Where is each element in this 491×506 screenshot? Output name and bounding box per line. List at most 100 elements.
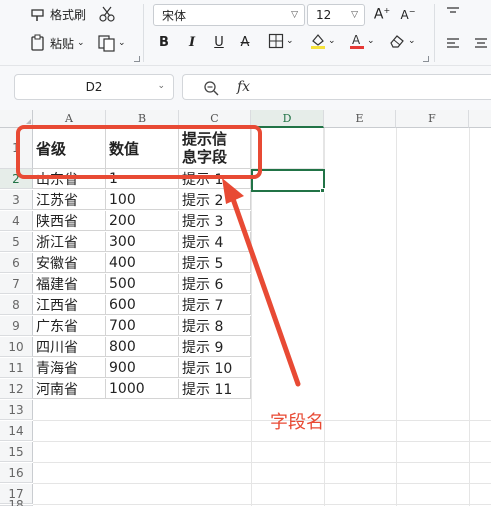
font-dialog-launcher[interactable] bbox=[423, 56, 429, 62]
zoom-icon[interactable] bbox=[203, 80, 219, 96]
row-header-11[interactable]: 11 bbox=[0, 358, 33, 378]
font-name-select[interactable]: 宋体 ▽ bbox=[153, 4, 305, 26]
chevron-down-icon: ⌄ bbox=[157, 81, 165, 91]
row-header-3[interactable]: 3 bbox=[0, 190, 33, 210]
gridline bbox=[33, 462, 491, 463]
name-box[interactable]: D2 ⌄ bbox=[14, 74, 174, 100]
column-header-f[interactable]: F bbox=[396, 110, 469, 128]
cell-c3[interactable]: 提示 2 bbox=[179, 190, 251, 210]
copy-button[interactable]: ⌄ bbox=[98, 34, 126, 52]
cell-b4[interactable]: 200 bbox=[106, 211, 179, 231]
align-top-button[interactable] bbox=[446, 6, 460, 18]
row-header-8[interactable]: 8 bbox=[0, 295, 33, 315]
paste-button[interactable]: 粘贴 ⌄ bbox=[30, 34, 85, 52]
cell-a8[interactable]: 江西省 bbox=[33, 295, 106, 315]
column-header-g[interactable] bbox=[469, 110, 491, 128]
row-header-6[interactable]: 6 bbox=[0, 253, 33, 273]
cell-a5[interactable]: 浙江省 bbox=[33, 232, 106, 252]
cell-b6[interactable]: 400 bbox=[106, 253, 179, 273]
svg-text:A: A bbox=[352, 33, 361, 47]
cell-c8[interactable]: 提示 7 bbox=[179, 295, 251, 315]
cell-b5[interactable]: 300 bbox=[106, 232, 179, 252]
cell-b9[interactable]: 700 bbox=[106, 316, 179, 336]
cell-b12[interactable]: 1000 bbox=[106, 379, 179, 399]
row-header-12[interactable]: 12 bbox=[0, 379, 33, 399]
row-header-15[interactable]: 15 bbox=[0, 442, 33, 462]
column-header-d[interactable]: D bbox=[251, 110, 324, 128]
cell-c7[interactable]: 提示 6 bbox=[179, 274, 251, 294]
cell-a11[interactable]: 青海省 bbox=[33, 358, 106, 378]
row-header-16[interactable]: 16 bbox=[0, 463, 33, 483]
font-size-value: 12 bbox=[316, 8, 332, 22]
cell-c4[interactable]: 提示 3 bbox=[179, 211, 251, 231]
paste-dropdown-icon[interactable]: ⌄ bbox=[77, 38, 85, 48]
row-header-5[interactable]: 5 bbox=[0, 232, 33, 252]
name-box-value: D2 bbox=[85, 80, 103, 94]
bold-button[interactable]: B bbox=[156, 33, 172, 51]
strikethrough-icon: A bbox=[240, 34, 250, 50]
row-header-13[interactable]: 13 bbox=[0, 400, 33, 420]
ribbon-toolbar: 格式刷 粘贴 ⌄ ⌄ 宋体 ▽ 12 ▽ A+ A− B I U A ⌄ ⌄ A… bbox=[0, 0, 491, 66]
clipboard-dialog-launcher[interactable] bbox=[134, 56, 140, 62]
align-left-button[interactable] bbox=[446, 38, 460, 50]
cell-c9[interactable]: 提示 8 bbox=[179, 316, 251, 336]
annotation-label: 字段名 bbox=[270, 412, 324, 433]
row-header-9[interactable]: 9 bbox=[0, 316, 33, 336]
cell-c11[interactable]: 提示 10 bbox=[179, 358, 251, 378]
cell-a7[interactable]: 福建省 bbox=[33, 274, 106, 294]
decrease-font-button[interactable]: A− bbox=[399, 5, 417, 23]
fill-handle[interactable] bbox=[320, 188, 325, 193]
chevron-down-icon: ⌄ bbox=[328, 36, 336, 46]
paste-icon bbox=[31, 34, 44, 51]
cell-b11[interactable]: 900 bbox=[106, 358, 179, 378]
cell-a10[interactable]: 四川省 bbox=[33, 337, 106, 357]
cell-c12[interactable]: 提示 11 bbox=[179, 379, 251, 399]
copy-dropdown-icon[interactable]: ⌄ bbox=[118, 38, 126, 48]
format-painter-button[interactable]: 格式刷 bbox=[30, 6, 86, 23]
cell-a4[interactable]: 陕西省 bbox=[33, 211, 106, 231]
format-painter-label: 格式刷 bbox=[50, 8, 87, 22]
cell-c10[interactable]: 提示 9 bbox=[179, 337, 251, 357]
cell-b7[interactable]: 500 bbox=[106, 274, 179, 294]
border-icon bbox=[268, 33, 284, 49]
row-header-7[interactable]: 7 bbox=[0, 274, 33, 294]
font-size-select[interactable]: 12 ▽ bbox=[307, 4, 365, 26]
align-center-button[interactable] bbox=[474, 38, 488, 50]
gridline bbox=[33, 504, 491, 505]
font-color-button[interactable]: A ⌄ bbox=[349, 32, 375, 50]
italic-button[interactable]: I bbox=[184, 33, 200, 51]
eraser-icon bbox=[390, 35, 404, 48]
fill-color-button[interactable]: ⌄ bbox=[310, 32, 336, 50]
cut-button[interactable] bbox=[98, 5, 116, 23]
formula-input[interactable]: fx bbox=[182, 74, 491, 100]
font-color-icon: A bbox=[350, 33, 364, 49]
underline-button[interactable]: U bbox=[211, 33, 227, 51]
align-icon bbox=[475, 38, 487, 48]
gridline bbox=[33, 483, 491, 484]
clear-format-button[interactable]: ⌄ bbox=[388, 33, 416, 49]
cell-a3[interactable]: 江苏省 bbox=[33, 190, 106, 210]
fill-color-icon bbox=[311, 34, 325, 49]
cell-a12[interactable]: 河南省 bbox=[33, 379, 106, 399]
row-header-4[interactable]: 4 bbox=[0, 211, 33, 231]
row-header-10[interactable]: 10 bbox=[0, 337, 33, 357]
cell-c6[interactable]: 提示 5 bbox=[179, 253, 251, 273]
row-header-14[interactable]: 14 bbox=[0, 421, 33, 441]
cell-b8[interactable]: 600 bbox=[106, 295, 179, 315]
cell-b10[interactable]: 800 bbox=[106, 337, 179, 357]
cell-c5[interactable]: 提示 4 bbox=[179, 232, 251, 252]
column-header-e[interactable]: E bbox=[324, 110, 396, 128]
increase-font-button[interactable]: A+ bbox=[373, 5, 391, 23]
border-button[interactable]: ⌄ bbox=[268, 33, 294, 49]
strikethrough-button[interactable]: A bbox=[237, 33, 253, 51]
selected-cell-d2[interactable] bbox=[251, 169, 325, 192]
chevron-down-icon: ⌄ bbox=[408, 36, 416, 46]
cell-a6[interactable]: 安徽省 bbox=[33, 253, 106, 273]
gridline bbox=[33, 441, 491, 442]
underline-icon: U bbox=[214, 34, 224, 50]
align-icon bbox=[447, 38, 459, 48]
cell-a9[interactable]: 广东省 bbox=[33, 316, 106, 336]
insert-function-icon[interactable]: fx bbox=[237, 79, 250, 95]
gridline bbox=[469, 128, 470, 506]
cell-b3[interactable]: 100 bbox=[106, 190, 179, 210]
